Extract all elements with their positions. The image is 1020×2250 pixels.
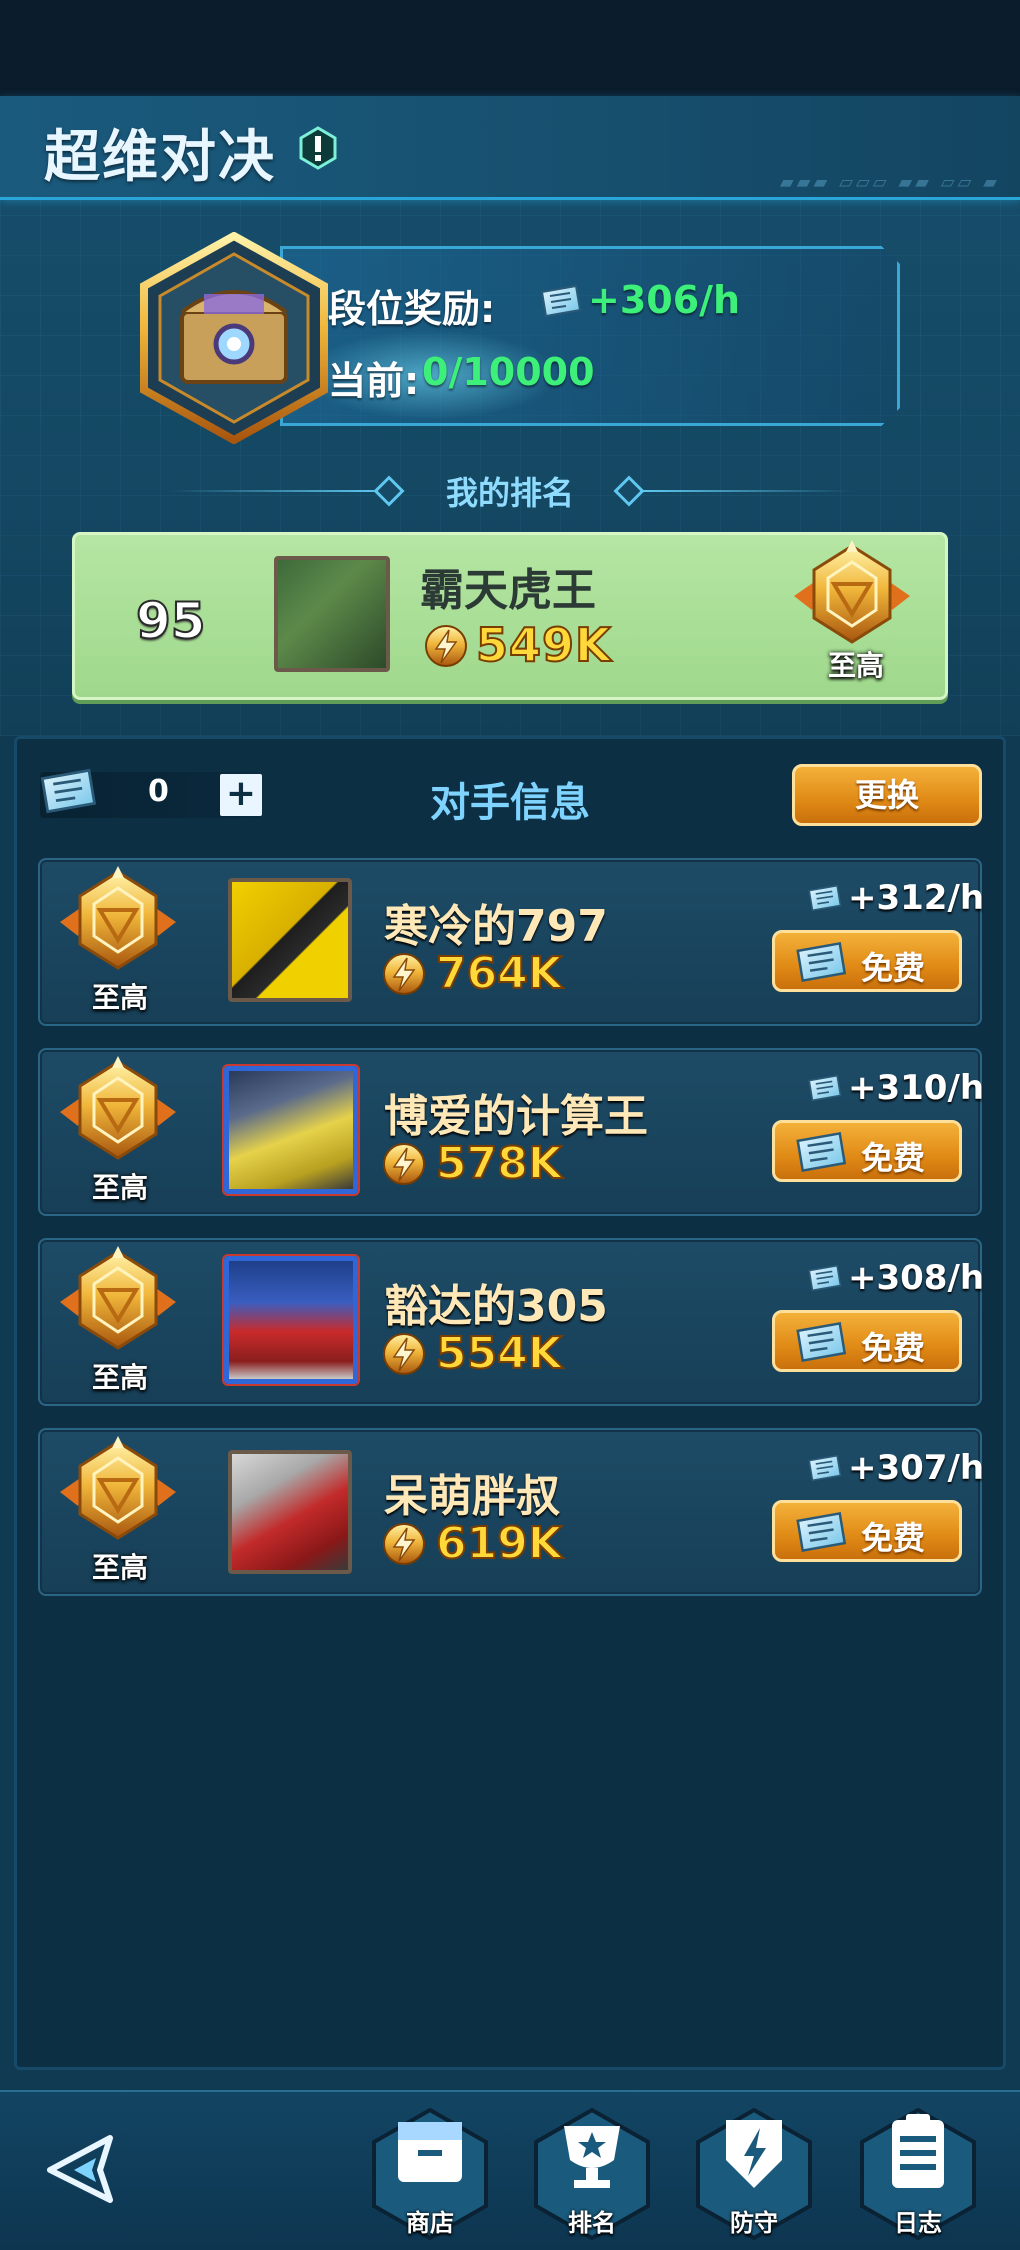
rank-reward-rate: +306/h xyxy=(588,278,741,322)
title-bar: 超维对决 ▰▰▰ ▱▱▱ ▰▰ ▱▱ ▰ xyxy=(0,96,1020,200)
free-challenge-button[interactable]: 免费 xyxy=(772,930,962,992)
opponent-reward-rate: +307/h xyxy=(848,1448,985,1488)
free-button-label: 免费 xyxy=(861,1519,926,1557)
opponent-avatar[interactable] xyxy=(224,1066,358,1194)
power-bolt-icon xyxy=(382,1142,426,1186)
ticket-icon xyxy=(789,941,851,983)
back-arrow-icon[interactable] xyxy=(44,2130,122,2208)
nav-defense-button[interactable]: 防守 xyxy=(692,2106,816,2242)
page-title: 超维对决 xyxy=(44,125,276,190)
power-bolt-icon xyxy=(382,1332,426,1376)
nav-label: 商店 xyxy=(406,2209,454,2237)
nav-ranking-button[interactable]: 排名 xyxy=(530,2106,654,2242)
opponent-avatar[interactable] xyxy=(228,1450,352,1574)
nav-label: 排名 xyxy=(568,2209,616,2237)
my-avatar[interactable] xyxy=(274,556,390,672)
free-challenge-button[interactable]: 免费 xyxy=(772,1120,962,1182)
opponent-power: 554K xyxy=(435,1327,563,1380)
my-power-value: 549K xyxy=(475,617,612,673)
ticket-icon xyxy=(804,884,844,912)
my-rank-number: 95 xyxy=(135,591,207,651)
free-challenge-button[interactable]: 免费 xyxy=(772,1310,962,1372)
rank-tier-label: 至高 xyxy=(92,1361,149,1394)
current-label: 当前: xyxy=(328,359,420,403)
ticket-icon xyxy=(536,284,584,318)
ticket-icon xyxy=(804,1264,844,1292)
rank-tier-label: 至高 xyxy=(92,981,149,1014)
treasure-chest-icon[interactable] xyxy=(134,232,334,444)
my-rank-heading: 我的排名 xyxy=(445,474,574,512)
ticket-icon xyxy=(789,1131,851,1173)
ticket-icon xyxy=(789,1321,851,1363)
opponent-avatar[interactable] xyxy=(228,878,352,1002)
nav-label: 防守 xyxy=(730,2209,778,2237)
opponent-name: 呆萌胖叔 xyxy=(384,1471,560,1522)
opponent-reward-rate: +312/h xyxy=(848,878,985,918)
supreme-rank-badge-icon xyxy=(52,866,184,988)
free-button-label: 免费 xyxy=(861,1139,926,1177)
current-value: 0/10000 xyxy=(422,350,595,394)
opponent-name: 豁达的305 xyxy=(384,1281,608,1332)
nav-label: 日志 xyxy=(894,2209,942,2237)
supreme-rank-badge-icon xyxy=(52,1056,184,1178)
free-button-label: 免费 xyxy=(861,1329,926,1367)
rank-reward-label: 段位奖励: xyxy=(328,287,496,331)
refresh-opponents-button[interactable]: 更换 xyxy=(792,764,982,826)
rank-tier-label: 至高 xyxy=(92,1171,149,1204)
supreme-rank-badge-icon xyxy=(52,1246,184,1368)
opponent-avatar[interactable] xyxy=(224,1256,358,1384)
opponent-name: 博爱的计算王 xyxy=(384,1091,648,1142)
free-challenge-button[interactable]: 免费 xyxy=(772,1500,962,1562)
ticket-icon xyxy=(804,1074,844,1102)
ticket-icon xyxy=(804,1454,844,1482)
ticket-icon xyxy=(789,1511,851,1553)
rank-tier-label: 至高 xyxy=(92,1551,149,1584)
title-decoration: ▰▰▰ ▱▱▱ ▰▰ ▱▱ ▰ xyxy=(779,172,1000,193)
opponent-power: 764K xyxy=(435,947,563,1000)
nav-log-button[interactable]: 日志 xyxy=(856,2106,980,2242)
free-button-label: 免费 xyxy=(861,949,926,987)
status-bar xyxy=(0,0,1020,96)
rank-tier-label: 至高 xyxy=(828,649,885,682)
opponent-reward-rate: +310/h xyxy=(848,1068,985,1108)
opponent-name: 寒冷的797 xyxy=(384,901,608,952)
opponent-reward-rate: +308/h xyxy=(848,1258,985,1298)
my-player-name: 霸天虎王 xyxy=(420,565,596,616)
opponent-power: 619K xyxy=(435,1517,563,1570)
nav-shop-button[interactable]: 商店 xyxy=(368,2106,492,2242)
opponent-power: 578K xyxy=(435,1137,563,1190)
supreme-rank-badge-icon xyxy=(52,1436,184,1558)
divider-right xyxy=(642,490,852,492)
power-bolt-icon xyxy=(382,952,426,996)
info-icon[interactable] xyxy=(298,126,338,170)
power-bolt-icon xyxy=(424,624,468,668)
power-bolt-icon xyxy=(382,1522,426,1566)
